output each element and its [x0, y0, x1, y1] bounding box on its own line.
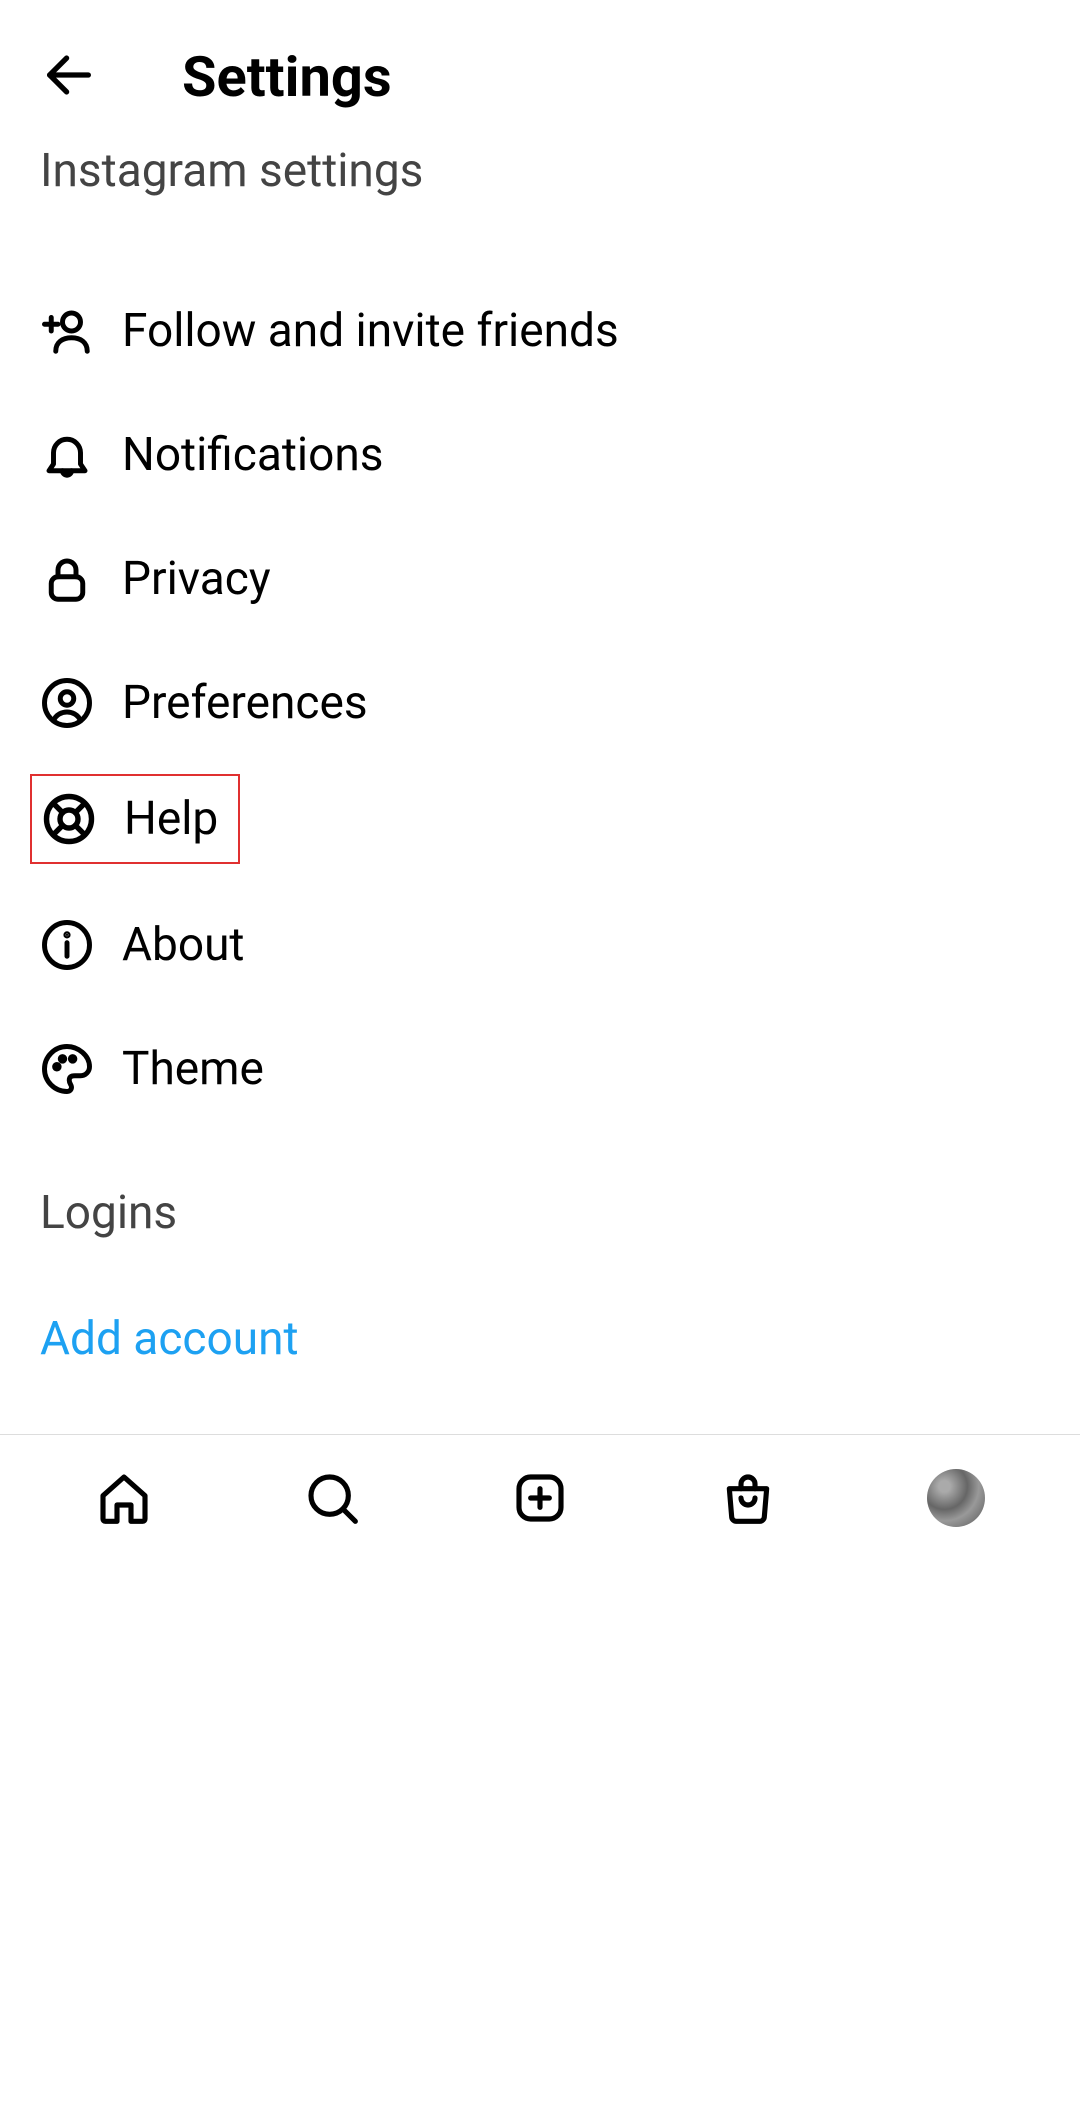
- menu-item-notifications[interactable]: Notifications: [0, 402, 1080, 508]
- menu-label: Theme: [122, 1042, 264, 1096]
- info-icon: [40, 918, 94, 972]
- palette-icon: [40, 1042, 94, 1096]
- avatar-image: [927, 1469, 985, 1527]
- bottom-nav: [0, 1434, 1080, 1560]
- menu-label: About: [122, 918, 244, 972]
- menu-label: Notifications: [122, 428, 384, 482]
- lifebuoy-icon: [42, 792, 96, 846]
- user-circle-icon: [40, 676, 94, 730]
- menu-label: Follow and invite friends: [122, 304, 619, 358]
- add-post-icon[interactable]: [509, 1467, 571, 1529]
- menu-item-theme[interactable]: Theme: [0, 1016, 1080, 1122]
- menu-label: Preferences: [122, 676, 368, 730]
- settings-menu: Follow and invite friends Notifications …: [0, 228, 1080, 1122]
- section-label-logins: Logins: [0, 1140, 1080, 1260]
- search-icon[interactable]: [301, 1467, 363, 1529]
- profile-avatar[interactable]: [925, 1467, 987, 1529]
- menu-item-privacy[interactable]: Privacy: [0, 526, 1080, 632]
- menu-label: Help: [124, 792, 218, 846]
- shop-icon[interactable]: [717, 1467, 779, 1529]
- home-icon[interactable]: [93, 1467, 155, 1529]
- whitespace: [0, 1560, 1080, 2120]
- add-account-link[interactable]: Add account: [0, 1286, 1080, 1392]
- lock-icon: [40, 552, 94, 606]
- menu-label: Privacy: [122, 552, 271, 606]
- section-label-instagram: Instagram settings: [0, 140, 1080, 228]
- menu-item-follow-invite[interactable]: Follow and invite friends: [0, 278, 1080, 384]
- menu-item-preferences[interactable]: Preferences: [0, 650, 1080, 756]
- add-user-icon: [40, 304, 94, 358]
- menu-item-help[interactable]: Help: [30, 774, 240, 864]
- page-title: Settings: [182, 44, 392, 110]
- bell-icon: [40, 428, 94, 482]
- header: Settings: [0, 0, 1080, 140]
- menu-item-about[interactable]: About: [0, 892, 1080, 998]
- back-arrow-icon[interactable]: [40, 46, 98, 108]
